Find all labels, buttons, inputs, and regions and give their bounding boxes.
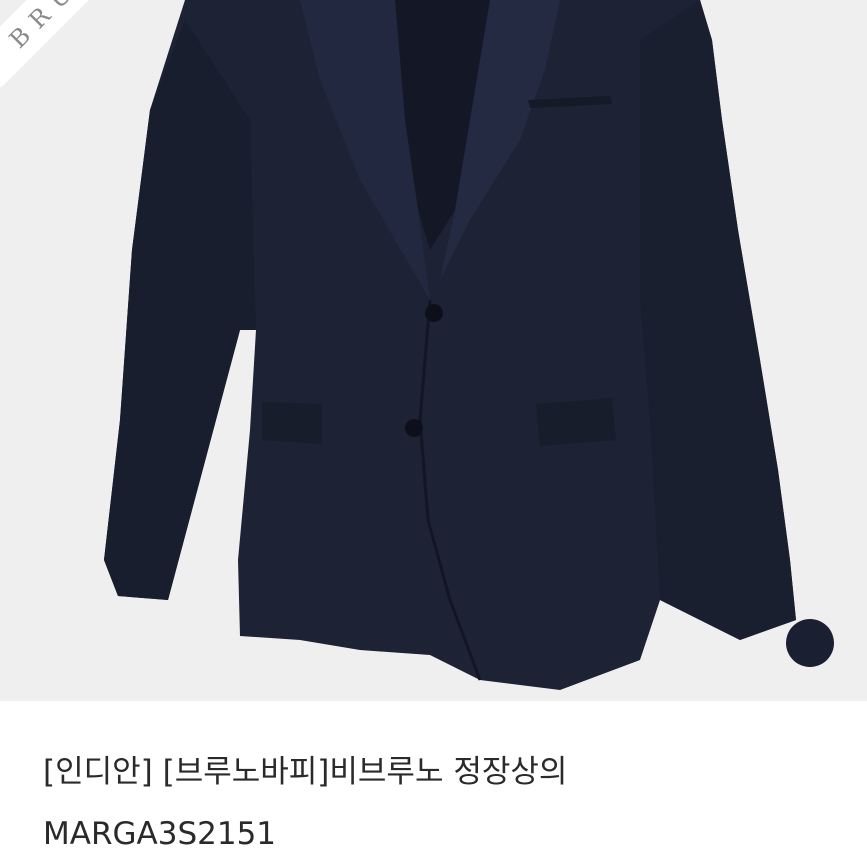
jacket-right-pocket bbox=[536, 398, 616, 446]
jacket-button-top bbox=[425, 304, 443, 322]
product-model-number: MARGA3S2151 bbox=[43, 816, 277, 852]
jacket-button-bottom bbox=[405, 419, 423, 437]
jacket-illustration bbox=[104, 0, 796, 690]
jacket-left-pocket bbox=[262, 402, 322, 444]
product-title[interactable]: [인디안] [브루노바피]비브루노 정장상의 bbox=[43, 752, 843, 792]
jacket-right-sleeve bbox=[640, 0, 796, 640]
color-swatch-navy[interactable] bbox=[786, 619, 834, 667]
jacket-left-sleeve bbox=[104, 20, 256, 600]
product-image[interactable]: BRU bbox=[0, 0, 867, 701]
